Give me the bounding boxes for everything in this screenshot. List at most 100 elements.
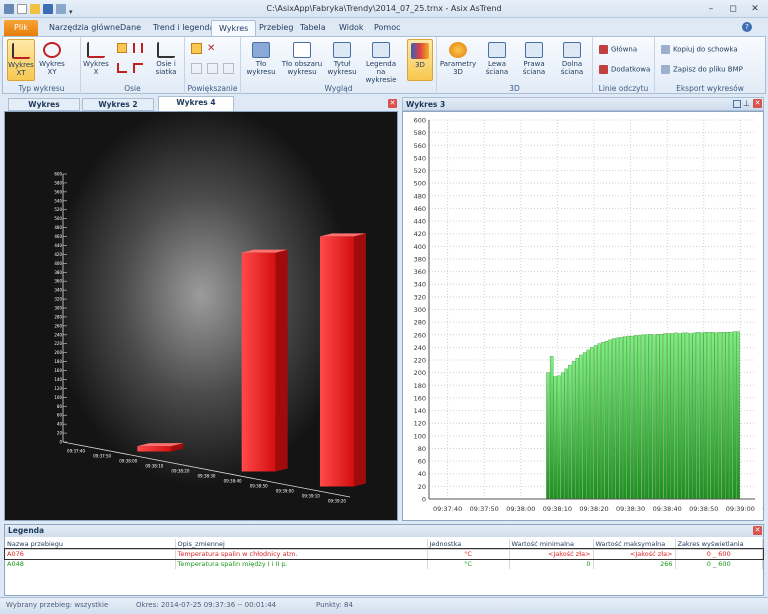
bar	[641, 334, 645, 500]
y-tick-label: 140	[414, 407, 426, 415]
bar	[612, 338, 616, 500]
lewa-sciana-button[interactable]: Lewa ściana	[481, 39, 513, 81]
title-icon	[333, 42, 351, 58]
bar	[557, 375, 561, 500]
legend-title: Legenda	[5, 525, 763, 537]
zoom-reset-icon[interactable]	[223, 63, 234, 74]
y-tick-label: 320	[54, 297, 62, 302]
close-icon[interactable]: ✕	[388, 99, 397, 108]
help-icon[interactable]: ?	[742, 22, 752, 32]
bar	[736, 331, 740, 500]
bar	[586, 349, 590, 500]
x-axis	[62, 441, 351, 498]
ribbon-tabs: Plik Narzędzia główne Dane Trend i legen…	[0, 18, 768, 36]
dolna-sciana-button[interactable]: Dolna ściana	[555, 39, 589, 81]
y-tick-label: 500	[414, 180, 426, 188]
y-tick-label: 300	[54, 306, 62, 311]
zoom-in-icon[interactable]	[191, 63, 202, 74]
axis-both-icon[interactable]	[133, 43, 143, 53]
group-3d: Parametry 3D Lewa ściana Prawa ściana Do…	[437, 37, 593, 94]
tab-wykres-4[interactable]: Wykres 4	[158, 96, 234, 111]
tytul-wykresu-button[interactable]: Tytuł wykresu	[327, 39, 357, 81]
zoom-cross-icon[interactable]: ✕	[207, 43, 218, 54]
col-nazwa[interactable]: Nazwa przebiegu	[5, 539, 176, 549]
bar	[688, 333, 693, 500]
bar	[582, 352, 587, 500]
y-tick-label: 180	[414, 382, 426, 390]
line-extra-icon	[599, 65, 608, 74]
bar	[645, 334, 649, 500]
restore-button[interactable]: ◻	[724, 3, 742, 15]
zapisz-bmp-button[interactable]: Zapisz do pliku BMP	[661, 65, 743, 74]
x-tick-label: 09:38:20	[171, 469, 189, 474]
tab-wykres[interactable]: Wykres	[211, 20, 257, 36]
close-icon[interactable]: ✕	[753, 526, 762, 535]
y-tick-label: 20	[418, 483, 426, 491]
y-tick-label: 600	[54, 172, 62, 177]
bar	[319, 236, 354, 487]
wykres-x-button[interactable]: Wykres X	[83, 39, 109, 81]
y-tick-label: 300	[414, 306, 426, 314]
tab-tabela[interactable]: Tabela	[293, 20, 333, 36]
prawa-sciana-button[interactable]: Prawa ściana	[517, 39, 551, 81]
pin-icon[interactable]: ⊥	[743, 99, 750, 108]
tab-wykres-1[interactable]: Wykres	[8, 98, 80, 111]
glowna-button[interactable]: Główna	[599, 45, 637, 54]
tab-wykres-2[interactable]: Wykres 2	[82, 98, 154, 111]
col-jednostka[interactable]: Jednostka	[427, 539, 510, 549]
tlo-wykresu-button[interactable]: Tło wykresu	[243, 39, 279, 81]
wykres-xt-button[interactable]: Wykres XT	[7, 39, 35, 81]
tab-pomoc[interactable]: Pomoc	[367, 20, 408, 36]
group-typ-wykresu: Wykres XT Wykres XY Typ wykresu	[3, 37, 81, 94]
zoom-icon[interactable]	[191, 43, 202, 54]
col-max[interactable]: Wartość maksymalna	[593, 539, 676, 549]
kopiuj-button[interactable]: Kopiuj do schowka	[661, 45, 738, 54]
bar-side	[275, 249, 288, 472]
zoom-out-icon[interactable]	[207, 63, 218, 74]
parametry-3d-button[interactable]: Parametry 3D	[439, 39, 477, 81]
bar	[725, 332, 729, 500]
close-button[interactable]: ✕	[746, 3, 764, 15]
bar	[729, 332, 733, 500]
y-tick-label: 120	[414, 420, 426, 428]
tlo-obszaru-button[interactable]: Tło obszaru wykresu	[281, 39, 323, 81]
col-min[interactable]: Wartość minimalna	[509, 539, 594, 549]
wykres-xy-button[interactable]: Wykres XY	[39, 39, 65, 81]
minimize-button[interactable]: –	[702, 3, 720, 15]
panel-title: Wykres 3	[406, 100, 446, 109]
osie-siatka-button[interactable]: Osie i siatka	[151, 39, 181, 81]
tab-widok[interactable]: Widok	[332, 20, 371, 36]
tab-plik[interactable]: Plik	[4, 20, 38, 36]
bar	[648, 333, 653, 500]
y-tick-label: 440	[414, 218, 426, 226]
close-icon[interactable]: ✕	[753, 99, 762, 108]
y-tick-label: 60	[418, 458, 426, 466]
axis-left-icon[interactable]	[117, 43, 127, 53]
button-3d[interactable]: 3D	[407, 39, 433, 81]
bar	[568, 364, 572, 500]
bar	[703, 332, 707, 500]
y-tick-label: 80	[57, 404, 63, 409]
col-opis[interactable]: Opis_zmiennej	[175, 539, 428, 549]
ribbon: Wykres XT Wykres XY Typ wykresu Wykres X…	[2, 36, 766, 94]
float-icon[interactable]	[733, 100, 741, 108]
legenda-na-wykresie-button[interactable]: Legenda na wykresie	[361, 39, 401, 84]
y-tick-label: 60	[57, 413, 63, 418]
y-tick-label: 140	[54, 377, 62, 382]
x-tick-label: 09:39:20	[328, 499, 346, 504]
axis-bottom-icon[interactable]	[117, 63, 127, 73]
dodatkowa-button[interactable]: Dodatkowa	[599, 65, 650, 74]
axis-top-icon[interactable]	[133, 63, 143, 73]
y-tick-label: 400	[414, 243, 426, 251]
y-tick-label: 240	[414, 344, 426, 352]
y-tick-label: 220	[414, 357, 426, 365]
table-row[interactable]: A048 Temperatura spalin między I i II p.…	[5, 559, 763, 569]
col-zakres[interactable]: Zakres wyświetlania	[675, 539, 763, 549]
x-tick-label: 09:38:00	[506, 505, 535, 513]
bar	[714, 332, 718, 500]
bar	[553, 376, 557, 500]
x-tick-label: 09:38:50	[250, 484, 268, 489]
window-title: C:\AsixApp\Fabryka\Trendy\2014_07_25.trn…	[266, 4, 502, 13]
tab-dane[interactable]: Dane	[113, 20, 148, 36]
table-row[interactable]: A076 Temperatura spalin w chłodnicy atm.…	[4, 548, 764, 560]
